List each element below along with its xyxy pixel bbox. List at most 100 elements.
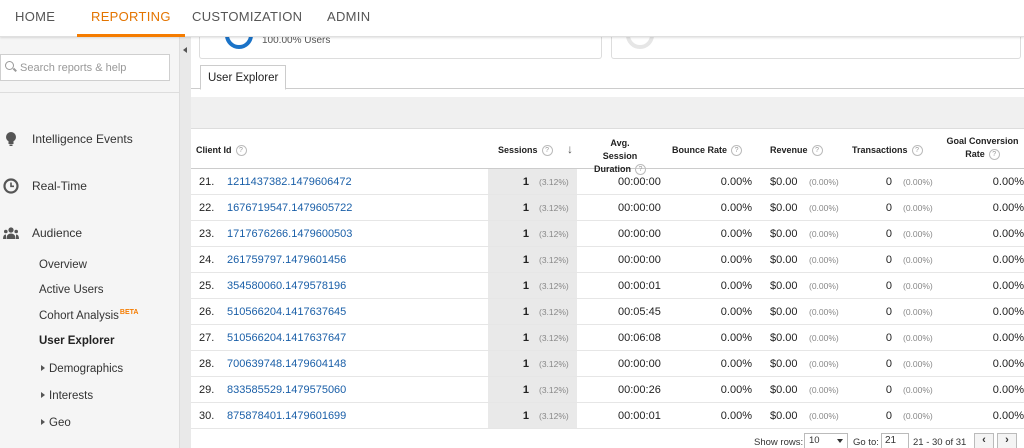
- revenue-percent: (0.00%): [809, 229, 839, 239]
- client-id-link[interactable]: 1717676266.1479600503: [227, 228, 352, 240]
- transactions-percent: (0.00%): [903, 255, 933, 265]
- rows-per-page-select[interactable]: 10: [804, 433, 848, 448]
- goto-page-input[interactable]: 21: [881, 433, 909, 448]
- sidebar-item-geo[interactable]: Geo: [41, 417, 71, 429]
- main-content: 100.00% Users User Explorer Client Id? S…: [191, 37, 1024, 448]
- transactions-percent: (0.00%): [903, 203, 933, 213]
- revenue-percent: (0.00%): [809, 203, 839, 213]
- avg-duration-value: 00:00:01: [618, 410, 661, 422]
- goal-conversion-value: 0.00%: [992, 306, 1024, 318]
- transactions-percent: (0.00%): [903, 229, 933, 239]
- header-revenue[interactable]: Revenue?: [770, 144, 823, 157]
- sidebar-item-cohort-analysis[interactable]: Cohort AnalysisBETA: [39, 309, 138, 322]
- help-icon[interactable]: ?: [731, 145, 743, 157]
- previous-page-button[interactable]: ‹: [974, 433, 994, 448]
- goal-conversion-value: 0.00%: [992, 332, 1024, 344]
- client-id-link[interactable]: 833585529.1479575060: [227, 384, 346, 396]
- sessions-value: 1: [522, 254, 529, 266]
- people-icon: [3, 227, 19, 239]
- header-goal-conversion-rate[interactable]: Goal Conversion Rate?: [941, 135, 1024, 161]
- revenue-value: $0.00: [770, 202, 798, 214]
- transactions-value: 0: [885, 306, 892, 318]
- transactions-percent: (0.00%): [903, 359, 933, 369]
- transactions-value: 0: [885, 332, 892, 344]
- revenue-value: $0.00: [770, 228, 798, 240]
- sessions-value: 1: [522, 306, 529, 318]
- client-id-link[interactable]: 261759797.1479601456: [227, 254, 346, 266]
- client-id-link[interactable]: 1676719547.1479605722: [227, 202, 352, 214]
- row-number: 28.: [199, 358, 215, 370]
- revenue-value: $0.00: [770, 176, 798, 188]
- client-id-link[interactable]: 510566204.1417637647: [227, 332, 346, 344]
- transactions-value: 0: [885, 176, 892, 188]
- top-nav: HOME REPORTING CUSTOMIZATION ADMIN: [0, 0, 1024, 37]
- revenue-value: $0.00: [770, 384, 798, 396]
- show-rows-label: Show rows:: [754, 437, 804, 448]
- bounce-rate-value: 0.00%: [720, 384, 752, 396]
- donut-chart-icon: [626, 37, 654, 49]
- client-id-link[interactable]: 510566204.1417637645: [227, 306, 346, 318]
- bounce-rate-value: 0.00%: [720, 202, 752, 214]
- goal-conversion-value: 0.00%: [992, 384, 1024, 396]
- search-box[interactable]: [0, 54, 170, 81]
- transactions-percent: (0.00%): [903, 333, 933, 343]
- help-icon[interactable]: ?: [541, 145, 553, 157]
- client-id-link[interactable]: 875878401.1479601699: [227, 410, 346, 422]
- transactions-value: 0: [885, 410, 892, 422]
- sidebar-item-overview[interactable]: Overview: [39, 259, 87, 271]
- sidebar-item-label: Real-Time: [32, 179, 87, 193]
- goal-conversion-value: 0.00%: [992, 176, 1024, 188]
- sidebar-item-audience[interactable]: Audience: [0, 218, 179, 248]
- transactions-value: 0: [885, 228, 892, 240]
- tab-admin[interactable]: ADMIN: [327, 0, 370, 37]
- header-sessions[interactable]: Sessions?: [498, 144, 553, 157]
- sessions-value: 1: [522, 410, 529, 422]
- pagination-bar: Show rows: 10 Go to: 21 21 - 30 of 31 ‹ …: [191, 432, 1024, 448]
- revenue-percent: (0.00%): [809, 385, 839, 395]
- tab-customization[interactable]: CUSTOMIZATION: [192, 0, 302, 37]
- sidebar-item-real-time[interactable]: Real-Time: [0, 171, 179, 201]
- help-icon[interactable]: ?: [911, 145, 923, 157]
- sidebar-item-intelligence-events[interactable]: Intelligence Events: [0, 124, 179, 154]
- bounce-rate-value: 0.00%: [720, 228, 752, 240]
- sessions-percent: (3.12%): [539, 307, 569, 317]
- sessions-value: 1: [522, 384, 529, 396]
- sidebar-item-user-explorer[interactable]: User Explorer: [39, 335, 114, 347]
- transactions-value: 0: [885, 384, 892, 396]
- avg-duration-value: 00:06:08: [618, 332, 661, 344]
- revenue-value: $0.00: [770, 358, 798, 370]
- sessions-value: 1: [522, 228, 529, 240]
- help-icon[interactable]: ?: [235, 145, 247, 157]
- sidebar-item-demographics[interactable]: Demographics: [41, 363, 123, 375]
- page-range-text: 21 - 30 of 31: [913, 437, 967, 448]
- client-id-link[interactable]: 354580060.1479578196: [227, 280, 346, 292]
- goal-conversion-value: 0.00%: [992, 358, 1024, 370]
- transactions-value: 0: [885, 254, 892, 266]
- sidebar-item-active-users[interactable]: Active Users: [39, 284, 104, 296]
- sessions-percent: (3.12%): [539, 333, 569, 343]
- tab-reporting[interactable]: REPORTING: [77, 0, 185, 37]
- revenue-value: $0.00: [770, 254, 798, 266]
- next-page-button[interactable]: ›: [997, 433, 1017, 448]
- revenue-percent: (0.00%): [809, 307, 839, 317]
- tab-user-explorer[interactable]: User Explorer: [200, 65, 287, 90]
- bounce-rate-value: 0.00%: [720, 306, 752, 318]
- sessions-percent: (3.12%): [539, 385, 569, 395]
- sidebar-item-label: Audience: [32, 226, 83, 240]
- header-transactions[interactable]: Transactions?: [852, 144, 923, 157]
- row-number: 22.: [199, 202, 215, 214]
- sort-descending-icon[interactable]: ↓: [567, 142, 573, 156]
- users-percent: 100.00% Users: [262, 37, 331, 46]
- header-bounce-rate[interactable]: Bounce Rate?: [672, 144, 743, 157]
- sidebar-item-interests[interactable]: Interests: [41, 390, 93, 402]
- client-id-link[interactable]: 1211437382.1479606472: [227, 176, 352, 188]
- help-icon[interactable]: ?: [811, 145, 823, 157]
- row-number: 21.: [199, 176, 215, 188]
- tab-home[interactable]: HOME: [15, 0, 55, 37]
- header-client-id[interactable]: Client Id?: [196, 144, 247, 157]
- search-input[interactable]: [20, 59, 165, 77]
- help-icon[interactable]: ?: [988, 149, 1000, 161]
- search-icon: [5, 61, 14, 70]
- sidebar-collapse-handle[interactable]: [179, 37, 191, 448]
- client-id-link[interactable]: 700639748.1479604148: [227, 358, 346, 370]
